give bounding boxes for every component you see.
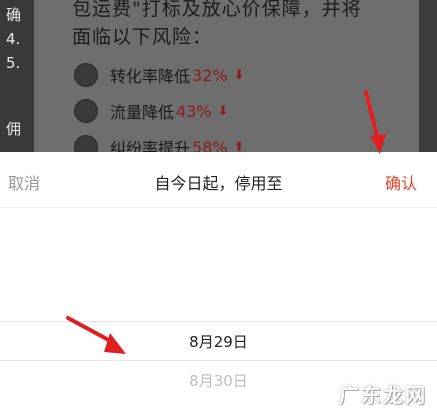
confirm-button[interactable]: 确认 <box>385 170 417 194</box>
risk-value: 58% <box>192 137 228 153</box>
background-fragment: 佣 <box>6 120 22 138</box>
risk-label: 纠纷率提升 <box>110 139 191 152</box>
shield-icon <box>74 135 98 152</box>
background-right-edge <box>419 0 437 152</box>
moneybag-icon <box>74 99 98 123</box>
sheet-title: 自今日起，停用至 <box>154 174 283 193</box>
arrow-down-icon: ⬇ <box>233 67 245 83</box>
background-fragment: 确 <box>6 6 22 24</box>
watermark-logo: 广东龙网 <box>339 383 427 407</box>
chart-icon <box>74 63 98 87</box>
background-fragment: 4. <box>6 30 21 48</box>
background-left-column: 确 4. 5. 佣 <box>0 0 34 152</box>
dialog-line: 包运费"打标及放心价保障，并将 <box>72 0 362 20</box>
risk-value: 32% <box>192 65 228 85</box>
arrow-down-icon: ⬇ <box>217 103 229 119</box>
dialog-line: 面临以下风险： <box>72 26 213 48</box>
risk-value: 43% <box>176 101 212 121</box>
background-fragment: 5. <box>6 54 21 72</box>
picker-option-selected[interactable]: 8月29日 <box>0 331 437 352</box>
risk-row: 纠纷率提升 58% ⬆ <box>74 132 244 152</box>
arrow-up-icon: ⬆ <box>233 139 245 153</box>
background-page: 确 4. 5. 佣 包运费"打标及放心价保障，并将 面临以下风险： 转化率降低 … <box>0 0 437 152</box>
risk-row: 流量降低 43% ⬇ <box>74 96 228 126</box>
risk-row: 转化率降低 32% ⬇ <box>74 60 244 90</box>
date-picker-sheet: 取消 自今日起，停用至 确认 8月29日 8月30日 <box>0 152 437 414</box>
risk-label: 流量降低 <box>110 103 175 122</box>
sheet-header: 取消 自今日起，停用至 确认 <box>0 152 437 208</box>
risk-label: 转化率降低 <box>110 67 191 86</box>
background-dialog: 包运费"打标及放心价保障，并将 面临以下风险： 转化率降低 32% ⬇ 流量降低… <box>34 0 419 152</box>
